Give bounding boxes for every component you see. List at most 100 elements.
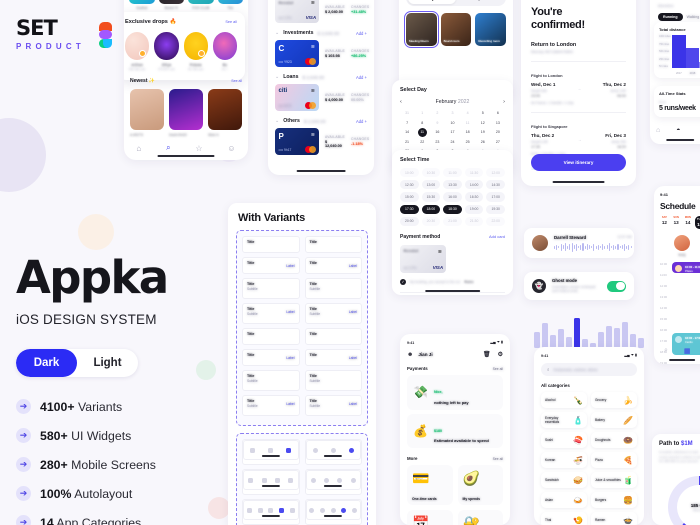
payment-card[interactable]: Revolut ≋ •••• 17Fe VISA bbox=[400, 244, 446, 273]
add-account-button[interactable]: Add + bbox=[356, 119, 367, 124]
list-item[interactable]: Title Subtitle Label bbox=[242, 303, 300, 324]
calendar-day[interactable]: 20 bbox=[491, 128, 505, 137]
time-slot[interactable]: 21:30 bbox=[464, 216, 484, 226]
time-slot-selected[interactable]: 18:30 bbox=[443, 204, 462, 214]
list-item[interactable]: Pizza 🍕 bbox=[591, 452, 637, 468]
next-month-button[interactable]: › bbox=[503, 99, 505, 105]
tabbar-variant[interactable] bbox=[304, 439, 362, 465]
calendar-day[interactable]: 11 bbox=[461, 118, 475, 126]
tabbar-variant[interactable] bbox=[304, 469, 362, 495]
tabbar-variant[interactable] bbox=[242, 469, 300, 495]
room-list[interactable]: Meeting Room Board room Recording room bbox=[404, 11, 507, 48]
time-slot[interactable]: 21:00 bbox=[443, 216, 462, 226]
calendar-day[interactable]: 12 bbox=[476, 118, 490, 126]
time-slot[interactable]: 11:30 bbox=[464, 168, 484, 178]
day-chip[interactable]: SUN 13 bbox=[672, 216, 681, 229]
nft-app-screen[interactable]: Gudhot Bored Yt FOX CLUB The Exclusive d… bbox=[124, 0, 248, 160]
coach-avatar-block[interactable]: Molly bbox=[660, 235, 700, 257]
search-icon[interactable]: ⌕ bbox=[664, 347, 668, 355]
tab-hourly-rent[interactable]: Hourly rent bbox=[408, 0, 456, 4]
time-slot-selected[interactable]: 17:30 bbox=[400, 204, 419, 214]
bank-card[interactable]: P ≋ •••• 9h17 bbox=[275, 128, 319, 155]
list-item[interactable]: Title Label bbox=[242, 257, 300, 274]
time-slot[interactable]: 13:30 bbox=[443, 180, 462, 190]
calendar-day[interactable]: 26 bbox=[476, 138, 490, 146]
profile-icon[interactable]: ☺ bbox=[227, 144, 235, 153]
calendar-day[interactable]: 25 bbox=[461, 138, 475, 146]
tabbar-variant[interactable] bbox=[304, 499, 362, 525]
terms-row[interactable]: ✓ By booking, you accept to the our Rule… bbox=[400, 278, 505, 285]
rules-link[interactable]: Rules bbox=[464, 280, 473, 284]
list-item[interactable]: 200ya 274 837 Lots bbox=[154, 32, 179, 71]
search-icon[interactable]: ⌕ bbox=[166, 143, 170, 153]
time-slot[interactable]: 22:00 bbox=[486, 216, 505, 226]
list-item[interactable]: mOhan 690 Tail Lots bbox=[125, 32, 150, 71]
home-icon[interactable]: ⌂ bbox=[136, 144, 141, 153]
chevron-down-icon[interactable]: ⌄ bbox=[275, 30, 279, 36]
list-item[interactable]: 🥑 My spends bbox=[457, 465, 503, 505]
time-slot[interactable]: 20:00 bbox=[400, 216, 419, 226]
calendar-day[interactable]: 9 bbox=[430, 118, 444, 126]
bottom-tab-bar[interactable]: ⌂ ⌕ ☆ ☺ bbox=[124, 143, 248, 153]
more-tiles[interactable]: 💳 One-time cards 🥑 My spends 📅 Payment c… bbox=[407, 465, 503, 525]
calendar-day[interactable]: 21 bbox=[400, 138, 414, 146]
calendar-day[interactable]: 16 bbox=[430, 128, 444, 137]
path-to-million-card[interactable]: Path to $1M Complete milestones to save … bbox=[652, 434, 700, 525]
time-slot[interactable]: 20:30 bbox=[421, 216, 441, 226]
tab-walking[interactable]: Walking bbox=[687, 15, 700, 19]
activity-mode-tabs[interactable]: Running Walking R bbox=[658, 13, 700, 21]
view-itinerary-button[interactable]: View itinerary bbox=[531, 154, 626, 171]
time-slot[interactable]: 12:30 bbox=[400, 180, 419, 190]
bank-card[interactable]: C ≋ •••• Y923 bbox=[275, 40, 319, 67]
tab-running[interactable]: Running bbox=[658, 13, 683, 21]
time-slot[interactable]: 17:00 bbox=[486, 192, 505, 202]
see-all-link[interactable]: See all bbox=[493, 457, 503, 461]
day-chip-selected[interactable]: TUE15 bbox=[695, 216, 700, 229]
list-item[interactable]: 💳 One-time cards bbox=[407, 465, 453, 505]
list-item[interactable]: Burgers 🍔 bbox=[591, 492, 637, 508]
bottom-tab-bar[interactable]: ⌕ ▦ bbox=[664, 347, 691, 355]
tabbar-variant[interactable] bbox=[242, 499, 300, 525]
schedule-screen[interactable]: 9:41 Schedule SAT12 SUN13 MON14 TUE15 Mo… bbox=[654, 186, 700, 364]
time-slot[interactable]: 16:00 bbox=[443, 192, 462, 202]
add-account-button[interactable]: Add + bbox=[356, 75, 367, 80]
time-slot[interactable]: 12:00 bbox=[486, 168, 505, 178]
calendar-day[interactable]: 23 bbox=[430, 138, 444, 146]
trash-icon[interactable]: 🗑 bbox=[483, 351, 491, 358]
list-item[interactable]: Title Subtitle bbox=[304, 370, 362, 391]
calendar-day-selected[interactable]: 11 bbox=[417, 127, 427, 137]
list-item[interactable]: Title bbox=[304, 328, 362, 345]
theme-option-dark[interactable]: Dark bbox=[16, 349, 77, 377]
bank-card[interactable]: citi ≋ •••• 9b75 bbox=[275, 84, 319, 111]
list-item[interactable]: Juice & smoothies 🧃 bbox=[591, 472, 637, 488]
list-item[interactable]: Korean 🍜 bbox=[541, 452, 587, 468]
payments-screen[interactable]: 9:41 ▂▄ ᯤ ▮ ☻ Jian Ji 🗑 ⚙ Payments See al… bbox=[400, 334, 510, 525]
list-item[interactable]: Bakery 🥖 bbox=[591, 412, 637, 428]
time-slot[interactable]: 10:30 bbox=[421, 168, 441, 178]
list-item[interactable]: Sandwich 🥪 bbox=[541, 472, 587, 488]
schedule-event[interactable]: 10:00 - 11:00 Pilates bbox=[672, 262, 700, 273]
calendar-day[interactable]: 24 bbox=[445, 138, 459, 146]
list-item[interactable]: Title Label bbox=[304, 257, 362, 274]
activity-icon[interactable]: ◓ bbox=[676, 127, 680, 134]
ghost-mode-toggle[interactable] bbox=[607, 280, 626, 292]
calendar-day[interactable]: 5 bbox=[476, 109, 490, 117]
theme-toggle[interactable]: Dark Light bbox=[16, 349, 138, 377]
calendar-day[interactable]: 17 bbox=[445, 128, 459, 137]
time-slot[interactable]: 10:00 bbox=[400, 168, 419, 178]
category-grid[interactable]: Alcohol 🍾 Grocery 🍌 Everyday essentials 🧴 B… bbox=[541, 392, 637, 525]
see-all-link[interactable]: See all bbox=[231, 79, 242, 83]
checkbox-checked-icon[interactable]: ✓ bbox=[400, 278, 406, 285]
time-slot-selected[interactable]: 18:00 bbox=[421, 204, 441, 214]
voice-message-card[interactable]: Darrell Steward 12:47 AM bbox=[524, 228, 634, 258]
list-item[interactable]: 💰 $180 Estimated available to spend bbox=[407, 413, 503, 448]
see-all-link[interactable]: See all bbox=[225, 20, 237, 24]
calendar-day[interactable]: 3 bbox=[445, 109, 459, 117]
list-item[interactable]: A.4KETS bbox=[130, 89, 164, 137]
list-item[interactable]: 📅 Payment calendar bbox=[407, 510, 453, 525]
calendar-day[interactable]: 18 bbox=[461, 128, 475, 137]
list-item[interactable]: Ramen 🍲 bbox=[591, 512, 637, 525]
list-item[interactable]: Title Subtitle Label bbox=[304, 395, 362, 416]
list-item[interactable]: Title bbox=[242, 236, 300, 253]
add-account-button[interactable]: Add + bbox=[356, 31, 367, 36]
